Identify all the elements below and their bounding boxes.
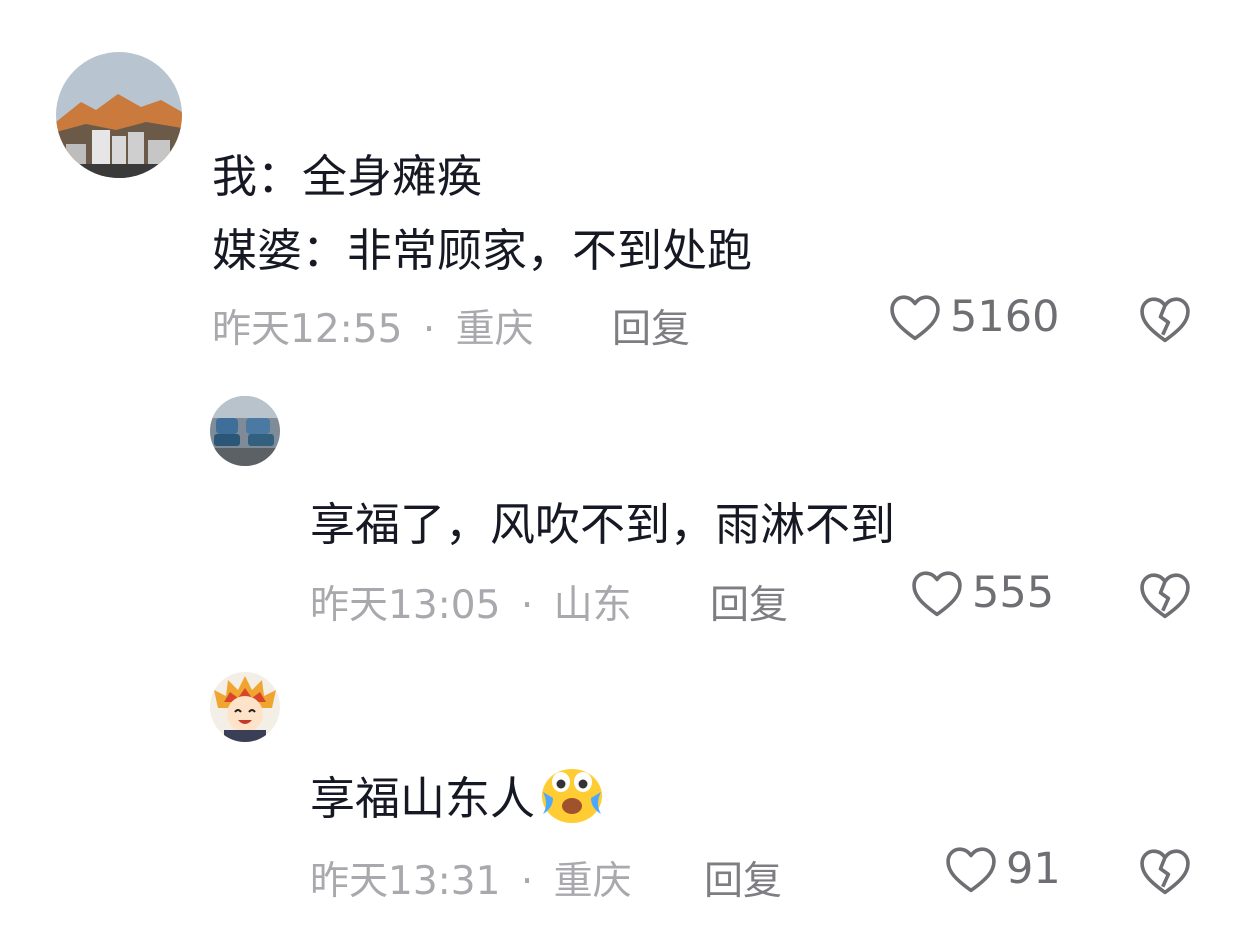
- cars-avatar-icon[interactable]: [210, 396, 280, 466]
- broken-heart-icon: [1140, 573, 1190, 619]
- meta-separator: ·: [520, 859, 534, 904]
- comment-time: 昨天13:31: [310, 859, 501, 904]
- comment-text: 享福山东人: [310, 772, 536, 825]
- cartoon-avatar-icon[interactable]: [210, 672, 280, 742]
- comment-meta: 昨天13:31 · 重庆: [310, 850, 632, 906]
- comment-meta: 昨天12:55 · 重庆: [212, 298, 534, 354]
- like-button[interactable]: 555: [910, 568, 1054, 618]
- comment-location: 重庆: [455, 307, 534, 352]
- comment-text-line: 我：全身瘫痪: [212, 150, 483, 203]
- meta-separator: ·: [520, 583, 534, 628]
- dislike-button[interactable]: [1138, 570, 1192, 624]
- mountain-avatar-icon[interactable]: [56, 52, 182, 178]
- reply-button[interactable]: 回复: [710, 574, 788, 630]
- comment-location: 重庆: [553, 859, 632, 904]
- comment-time: 昨天12:55: [212, 307, 403, 352]
- like-button[interactable]: 5160: [888, 292, 1059, 342]
- like-count: 555: [972, 568, 1055, 618]
- broken-heart-icon: [1140, 297, 1190, 343]
- heart-icon: [890, 295, 940, 341]
- comment-time: 昨天13:05: [310, 583, 501, 628]
- reply-button[interactable]: 回复: [704, 850, 782, 906]
- crying-face-emoji-icon: [539, 762, 605, 835]
- dislike-button[interactable]: [1138, 294, 1192, 348]
- like-button[interactable]: 91: [944, 844, 1061, 894]
- like-count: 5160: [950, 292, 1060, 342]
- broken-heart-icon: [1140, 849, 1190, 895]
- reply-button[interactable]: 回复: [612, 298, 690, 354]
- comment-text-line: 媒婆：非常顾家，不到处跑: [212, 224, 753, 277]
- dislike-button[interactable]: [1138, 846, 1192, 900]
- comment-location: 山东: [553, 583, 632, 628]
- like-count: 91: [1006, 844, 1061, 894]
- heart-icon: [946, 847, 996, 893]
- comment-text-line: 享福山东人: [310, 762, 605, 835]
- comment-meta: 昨天13:05 · 山东: [310, 574, 632, 630]
- comment-text-line: 享福了，风吹不到，雨淋不到: [310, 498, 896, 551]
- meta-separator: ·: [422, 307, 436, 352]
- heart-icon: [912, 571, 962, 617]
